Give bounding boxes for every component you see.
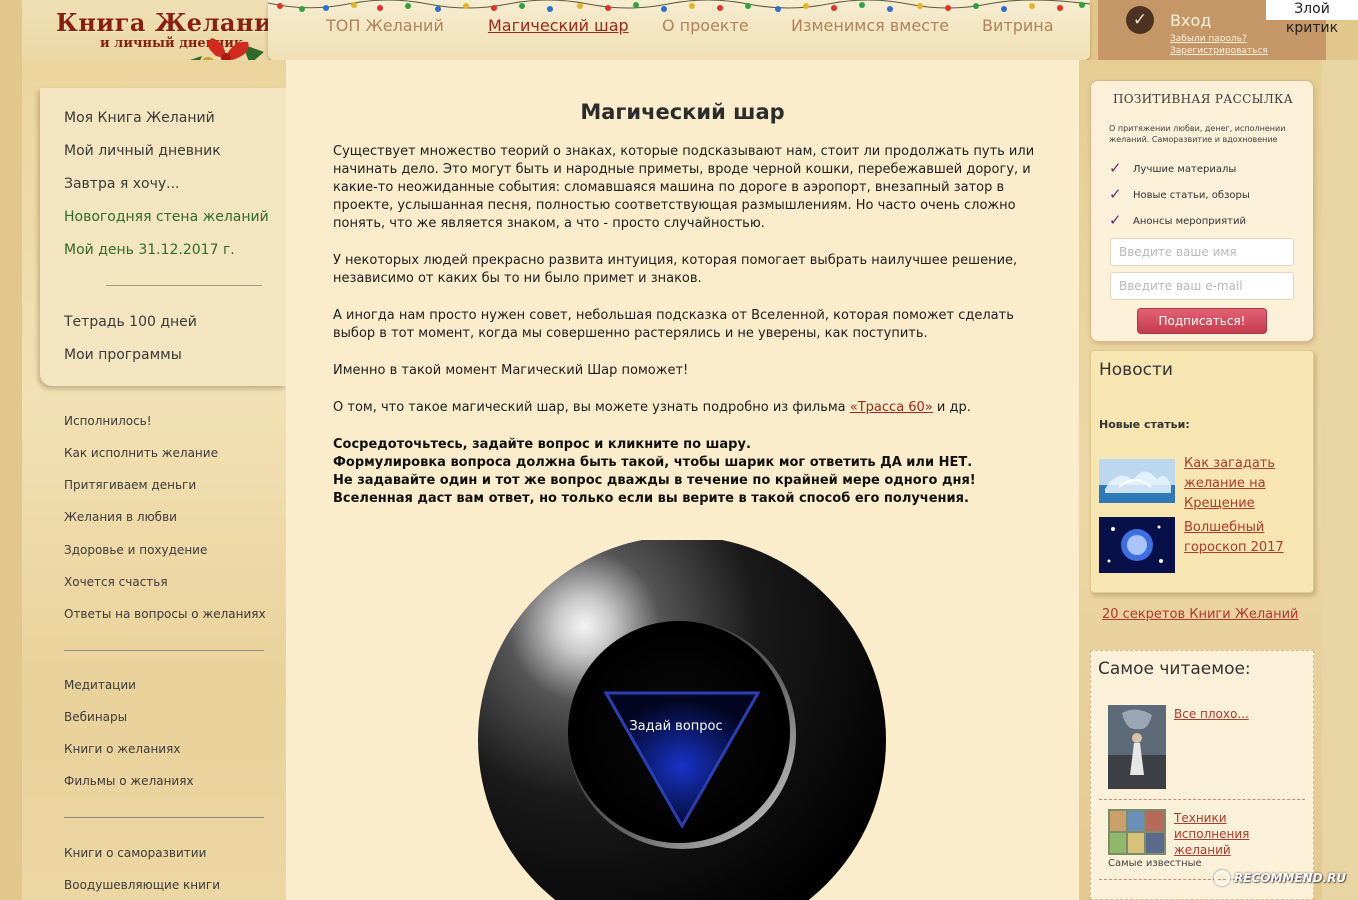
- page-title: Магический шар: [580, 100, 785, 124]
- most-read-divider: [1099, 799, 1305, 800]
- name-input[interactable]: [1110, 238, 1294, 266]
- sidebar-item-health[interactable]: Здоровье и похудение: [64, 543, 207, 557]
- sidebar-item-how-to-fulfill[interactable]: Как исполнить желание: [64, 446, 218, 460]
- newsletter-box: ПОЗИТИВНАЯ РАССЫЛКА О притяжении любви, …: [1090, 80, 1314, 342]
- paragraph-moment: Именно в такой момент Магический Шар пом…: [333, 363, 689, 378]
- register-link[interactable]: Зарегистрироваться: [1170, 46, 1268, 56]
- news-link-horoscope[interactable]: Волшебный гороскоп 2017: [1184, 518, 1304, 558]
- newsletter-point: Лучшие материалы: [1133, 164, 1237, 175]
- news-box: Новости Новые статьи: Как загадать желан…: [1090, 350, 1314, 593]
- email-input[interactable]: [1110, 272, 1294, 300]
- sidebar-item-books[interactable]: Книги о желаниях: [64, 742, 180, 756]
- paragraph-advice: А иногда нам просто нужен совет, небольш…: [333, 308, 1014, 341]
- menu-my-diary[interactable]: Мой личный дневник: [64, 143, 221, 159]
- sidebar-divider: [64, 817, 264, 818]
- nav-change-together[interactable]: Изменимся вместе: [791, 16, 949, 35]
- recommend-logo-icon: [1214, 870, 1230, 886]
- horoscope-thumbnail[interactable]: [1099, 517, 1175, 573]
- instruction-line: Сосредоточьтесь, задайте вопрос и кликни…: [333, 437, 751, 452]
- personal-menu: Моя Книга Желаний Мой личный дневник Зав…: [40, 88, 286, 386]
- menu-new-year-wall[interactable]: Новогодняя стена желаний: [64, 209, 269, 225]
- nav-showcase[interactable]: Витрина: [982, 16, 1054, 35]
- right-edge: [1322, 60, 1358, 900]
- instruction-line: Вселенная даст вам ответ, но только если…: [333, 491, 969, 506]
- watermark-text: RECOMMEND.RU: [1234, 871, 1347, 885]
- film-link[interactable]: «Трасса 60»: [850, 400, 933, 415]
- magic-ball[interactable]: Задай вопрос: [476, 536, 886, 900]
- newsletter-point: Новые статьи, обзоры: [1133, 190, 1250, 201]
- garland-lights-decoration: [268, 0, 1090, 12]
- sidebar-item-fulfilled[interactable]: Исполнилось!: [64, 414, 152, 428]
- most-read-title: Самое читаемое:: [1098, 659, 1251, 679]
- logo-title: Книга Желаний: [56, 8, 291, 37]
- news-title: Новости: [1099, 360, 1173, 380]
- ball-text: Задай вопрос: [629, 719, 722, 734]
- film-text-after: и др.: [932, 400, 971, 415]
- top-navigation: ТОП Желаний Магический шар О проекте Изм…: [268, 0, 1090, 60]
- sidebar-item-films[interactable]: Фильмы о желаниях: [64, 774, 194, 788]
- nav-top-wishes[interactable]: ТОП Желаний: [326, 16, 444, 35]
- checkmark-icon: ✓: [1109, 185, 1122, 203]
- checkmark-icon: ✓: [1126, 6, 1154, 34]
- article-thumbnail[interactable]: [1108, 809, 1166, 855]
- newsletter-point: Анонсы мероприятий: [1133, 216, 1246, 227]
- newsletter-description: О притяжении любви, денег, исполнении же…: [1109, 124, 1286, 144]
- article-thumbnail[interactable]: [1108, 705, 1166, 789]
- watermark: RECOMMEND.RU: [1210, 866, 1354, 890]
- most-read-box: Самое читаемое: Все плохо... Техники исп…: [1090, 650, 1314, 900]
- sidebar-item-inspiring-books[interactable]: Воодушевляющие книги: [64, 878, 220, 892]
- secrets-link[interactable]: 20 секретов Книги Желаний: [1102, 607, 1299, 622]
- newsletter-title: ПОЗИТИВНАЯ РАССЫЛКА: [1112, 92, 1293, 106]
- nav-magic-ball[interactable]: Магический шар: [488, 16, 629, 35]
- menu-100-days[interactable]: Тетрадь 100 дней: [64, 314, 197, 330]
- sidebar-item-webinars[interactable]: Вебинары: [64, 710, 127, 724]
- sidebar-item-happiness[interactable]: Хочется счастья: [64, 575, 168, 589]
- paragraph-signs: Существует множество теорий о знаках, ко…: [333, 144, 1035, 231]
- user-label: Злой критик: [1266, 0, 1358, 36]
- menu-tomorrow-i-want[interactable]: Завтра я хочу...: [64, 176, 180, 192]
- paragraph-film: О том, что такое магический шар, вы може…: [333, 399, 1043, 417]
- subscribe-button[interactable]: Подписаться!: [1137, 308, 1267, 334]
- film-text-before: О том, что такое магический шар, вы може…: [333, 400, 850, 415]
- most-read-note: Самые известные: [1108, 858, 1202, 869]
- menu-my-wish-book[interactable]: Моя Книга Желаний: [64, 110, 215, 126]
- checkmark-icon: ✓: [1109, 211, 1122, 229]
- sidebar-item-meditations[interactable]: Медитации: [64, 678, 136, 692]
- sidebar-item-love[interactable]: Желания в любви: [64, 510, 177, 524]
- sidebar-divider: [64, 650, 264, 651]
- most-read-link[interactable]: Все плохо...: [1174, 706, 1249, 722]
- sidebar-item-money[interactable]: Притягиваем деньги: [64, 478, 196, 492]
- checkmark-icon: ✓: [1109, 159, 1122, 177]
- most-read-link[interactable]: Техники исполнения желаний: [1174, 810, 1264, 858]
- forgot-password-link[interactable]: Забыли пароль?: [1170, 34, 1247, 44]
- menu-divider: [106, 285, 262, 286]
- sidebar-item-faq[interactable]: Ответы на вопросы о желаниях: [64, 607, 266, 621]
- instruction-line: Не задавайте один и тот же вопрос дважды…: [333, 473, 976, 488]
- sidebar-item-self-development[interactable]: Книги о саморазвитии: [64, 846, 206, 860]
- paragraph-intuition: У некоторых людей прекрасно развита инту…: [333, 253, 1018, 286]
- menu-my-day[interactable]: Мой день 31.12.2017 г.: [64, 242, 235, 258]
- nav-about[interactable]: О проекте: [662, 16, 749, 35]
- news-link-baptism[interactable]: Как загадать желание на Крещение: [1184, 454, 1304, 514]
- water-splash-thumbnail[interactable]: [1099, 453, 1175, 509]
- menu-my-programs[interactable]: Мои программы: [64, 347, 182, 363]
- login-link[interactable]: Вход: [1170, 11, 1211, 30]
- magic-eight-ball[interactable]: Задай вопрос: [476, 536, 886, 900]
- news-subtitle: Новые статьи:: [1099, 418, 1190, 431]
- instruction-line: Формулировка вопроса должна быть такой, …: [333, 455, 973, 470]
